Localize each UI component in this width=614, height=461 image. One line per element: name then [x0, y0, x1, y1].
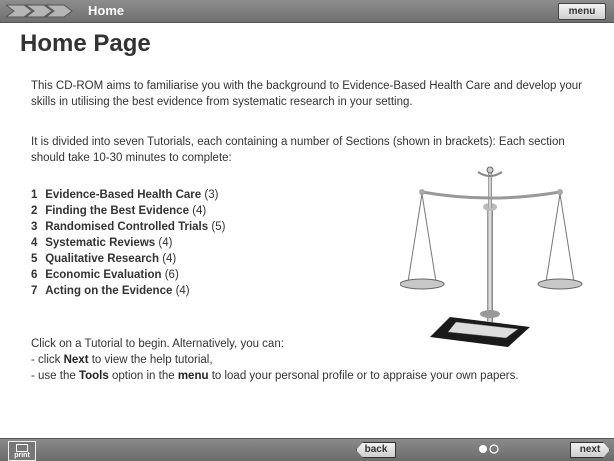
print-label: print [14, 452, 30, 459]
print-button[interactable]: print [8, 441, 36, 461]
tutorial-list: 1 Evidence-Based Health Care (3) 2 Findi… [31, 187, 225, 299]
back-button[interactable]: back [356, 442, 396, 458]
section-title: Home [88, 3, 125, 18]
next-button[interactable]: next [570, 442, 610, 458]
top-bar: Home menu [0, 0, 614, 23]
tutorial-item[interactable]: 1 Evidence-Based Health Care (3) [31, 187, 225, 203]
instruction-bullet: - use the Tools option in the menu to lo… [31, 370, 519, 382]
balance-scales-image [400, 166, 583, 347]
menu-button[interactable]: menu [558, 3, 606, 20]
intro-paragraph: This CD-ROM aims to familiarise you with… [31, 80, 582, 108]
page-indicator-icon[interactable] [478, 444, 500, 454]
tutorial-item[interactable]: 3 Randomised Controlled Trials (5) [31, 219, 225, 235]
tutorial-item[interactable]: 7 Acting on the Evidence (4) [31, 283, 225, 299]
instructions: Click on a Tutorial to begin. Alternativ… [31, 336, 591, 384]
print-icon [16, 444, 28, 452]
page-title: Home Page [20, 30, 151, 57]
tutorial-item[interactable]: 6 Economic Evaluation (6) [31, 267, 225, 283]
breadcrumb-arrows-icon [6, 4, 73, 18]
tutorial-item[interactable]: 2 Finding the Best Evidence (4) [31, 203, 225, 219]
instructions-lead: Click on a Tutorial to begin. Alternativ… [31, 338, 284, 350]
instruction-bullet: - click Next to view the help tutorial, [31, 354, 213, 366]
bottom-bar: print back next [0, 438, 614, 461]
tutorial-item[interactable]: 4 Systematic Reviews (4) [31, 235, 225, 251]
tutorial-item[interactable]: 5 Qualitative Research (4) [31, 251, 225, 267]
